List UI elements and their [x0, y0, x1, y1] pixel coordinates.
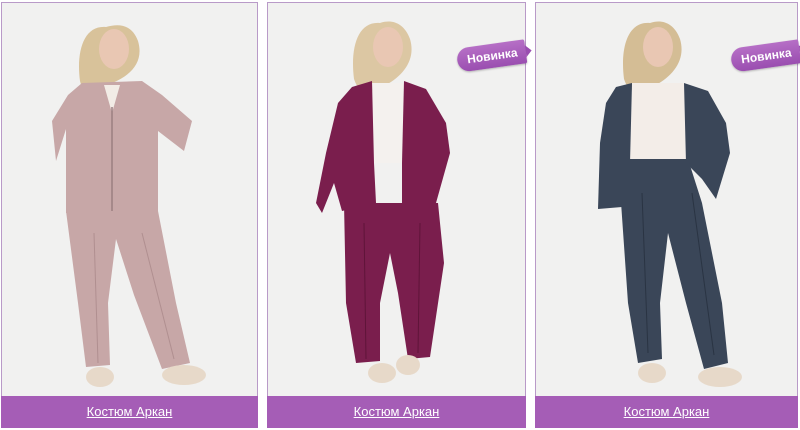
product-title-link[interactable]: Костюм Аркан — [535, 396, 798, 428]
product-title-link[interactable]: Костюм Аркан — [1, 396, 258, 428]
product-grid: Костюм Аркан Новинка Костюм Аркан Новинк… — [0, 0, 800, 430]
product-card[interactable]: Новинка Костюм Аркан — [267, 0, 528, 430]
product-card[interactable]: Новинка Костюм Аркан — [535, 0, 800, 430]
product-title-link[interactable]: Костюм Аркан — [267, 396, 526, 428]
product-card[interactable]: Костюм Аркан — [1, 0, 258, 430]
product-photo[interactable] — [1, 2, 258, 396]
